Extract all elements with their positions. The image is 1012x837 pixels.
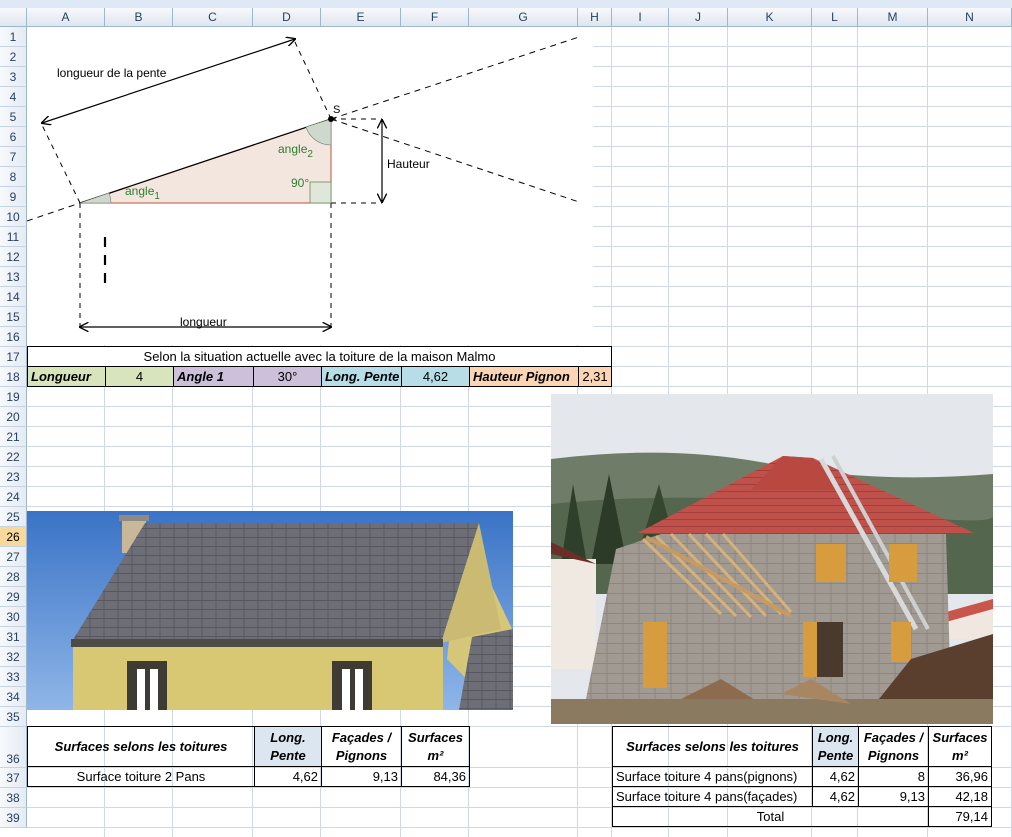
- right-row2-pente[interactable]: 4,62: [812, 786, 859, 807]
- row-header-30[interactable]: 30: [0, 607, 27, 627]
- spreadsheet: ABCDEFGHIJKLMN 1 2 3 4 5 6 7 8 9 10 11 12 13 14 15 16 17…: [0, 0, 1012, 837]
- right-row2-surfaces[interactable]: 42,18: [928, 786, 992, 807]
- row-header-27[interactable]: 27: [0, 547, 27, 567]
- right-row2-label[interactable]: Surface toiture 4 pans(façades): [612, 786, 813, 807]
- pente-value[interactable]: 4,62: [401, 366, 470, 387]
- column-header-n[interactable]: N: [928, 8, 1012, 27]
- row-header-39[interactable]: 39: [0, 808, 27, 828]
- left-table-header-surfaces[interactable]: Surfaces m²: [401, 726, 470, 767]
- slope-length-arrow: [42, 39, 295, 123]
- right-total-value[interactable]: 79,14: [928, 806, 992, 827]
- row-header-25[interactable]: 25: [0, 507, 27, 527]
- row-header-18[interactable]: 18: [0, 367, 27, 387]
- right-row1-label[interactable]: Surface toiture 4 pans(pignons): [612, 766, 813, 787]
- row-header-12[interactable]: 12: [0, 247, 27, 267]
- grid-hline: [27, 827, 1012, 828]
- right-row1-facades[interactable]: 8: [858, 766, 929, 787]
- row-header-37[interactable]: 37: [0, 768, 27, 788]
- row-header-23[interactable]: 23: [0, 467, 27, 487]
- angle1-value[interactable]: 30°: [253, 366, 322, 387]
- row-header-3[interactable]: 3: [0, 67, 27, 87]
- row-header-4[interactable]: 4: [0, 87, 27, 107]
- left-row-pente[interactable]: 4,62: [254, 766, 322, 787]
- column-header-h[interactable]: H: [578, 8, 612, 27]
- row-header-9[interactable]: 9: [0, 187, 27, 207]
- left-table-header-pente[interactable]: Long. Pente: [254, 726, 322, 767]
- row-header-10[interactable]: 10: [0, 207, 27, 227]
- row-header-36[interactable]: 36: [0, 727, 27, 768]
- angle1-label-cell[interactable]: Angle 1: [173, 366, 254, 387]
- column-header-m[interactable]: M: [858, 8, 928, 27]
- right-row1-surfaces[interactable]: 36,96: [928, 766, 992, 787]
- svg-text:S: S: [333, 104, 340, 116]
- row-header-17[interactable]: 17: [0, 347, 27, 367]
- row-header-24[interactable]: 24: [0, 487, 27, 507]
- roof-slope-diagram: longueur de la pente S angle2 90° angle1…: [27, 27, 580, 345]
- svg-text:90°: 90°: [291, 176, 309, 190]
- row-header-21[interactable]: 21: [0, 427, 27, 447]
- row-header-2[interactable]: 2: [0, 47, 27, 67]
- left-row-surfaces[interactable]: 84,36: [401, 766, 470, 787]
- row-header-34[interactable]: 34: [0, 687, 27, 707]
- right-total-label[interactable]: Total: [612, 806, 929, 827]
- right-table-header-pente[interactable]: Long. Pente: [812, 726, 859, 767]
- row-header-7[interactable]: 7: [0, 147, 27, 167]
- column-header-b[interactable]: B: [105, 8, 173, 27]
- longueur-label[interactable]: Longueur: [27, 366, 106, 387]
- column-header-e[interactable]: E: [321, 8, 401, 27]
- row-header-29[interactable]: 29: [0, 587, 27, 607]
- row-header-19[interactable]: 19: [0, 387, 27, 407]
- row-header-6[interactable]: 6: [0, 127, 27, 147]
- svg-text:longueur de la pente: longueur de la pente: [57, 66, 167, 80]
- row-header-11[interactable]: 11: [0, 227, 27, 247]
- column-header-a[interactable]: A: [27, 8, 105, 27]
- left-table-header-facades[interactable]: Façades / Pignons: [321, 726, 402, 767]
- row-header-38[interactable]: 38: [0, 788, 27, 808]
- two-pan-roof-photo: [27, 511, 513, 710]
- row-header-32[interactable]: 32: [0, 647, 27, 667]
- pente-label[interactable]: Long. Pente: [321, 366, 402, 387]
- row-header-16[interactable]: 16: [0, 327, 27, 347]
- left-row-facades[interactable]: 9,13: [321, 766, 402, 787]
- right-row2-facades[interactable]: 9,13: [858, 786, 929, 807]
- column-header-g[interactable]: G: [469, 8, 578, 27]
- row-header-1[interactable]: 1: [0, 27, 27, 47]
- right-table-header-label[interactable]: Surfaces selons les toitures: [612, 726, 813, 767]
- select-all-corner[interactable]: [0, 8, 27, 27]
- row-header-14[interactable]: 14: [0, 287, 27, 307]
- column-header-k[interactable]: K: [728, 8, 812, 27]
- row-header-5[interactable]: 5: [0, 107, 27, 127]
- left-table-header-label[interactable]: Surfaces selons les toitures: [27, 726, 255, 767]
- longueur-value[interactable]: 4: [105, 366, 174, 387]
- row-header-33[interactable]: 33: [0, 667, 27, 687]
- column-header-f[interactable]: F: [401, 8, 469, 27]
- row-header-22[interactable]: 22: [0, 447, 27, 467]
- row-header-8[interactable]: 8: [0, 167, 27, 187]
- summary-title[interactable]: Selon la situation actuelle avec la toit…: [27, 346, 612, 367]
- right-table-header-surfaces[interactable]: Surfaces m²: [928, 726, 992, 767]
- pignon-label[interactable]: Hauteur Pignon: [469, 366, 579, 387]
- apex-point: [328, 116, 334, 122]
- column-header-c[interactable]: C: [173, 8, 253, 27]
- svg-text:Hauteur: Hauteur: [387, 157, 430, 171]
- row-header-26[interactable]: 26: [0, 527, 27, 547]
- right-row1-pente[interactable]: 4,62: [812, 766, 859, 787]
- column-header-d[interactable]: D: [253, 8, 321, 27]
- right-table-header-facades[interactable]: Façades / Pignons: [858, 726, 929, 767]
- column-header-l[interactable]: L: [812, 8, 858, 27]
- column-header-j[interactable]: J: [669, 8, 728, 27]
- row-header-15[interactable]: 15: [0, 307, 27, 327]
- toolbar-strip: [0, 0, 1012, 8]
- row-header-35[interactable]: 35: [0, 707, 27, 727]
- row-header-20[interactable]: 20: [0, 407, 27, 427]
- pignon-value[interactable]: 2,31: [578, 366, 612, 387]
- four-pan-roof-photo: [551, 394, 993, 724]
- row-header-28[interactable]: 28: [0, 567, 27, 587]
- svg-text:longueur: longueur: [180, 315, 227, 329]
- left-row-label[interactable]: Surface toiture 2 Pans: [27, 766, 255, 787]
- row-header-13[interactable]: 13: [0, 267, 27, 287]
- column-header-i[interactable]: I: [612, 8, 669, 27]
- row-header-31[interactable]: 31: [0, 627, 27, 647]
